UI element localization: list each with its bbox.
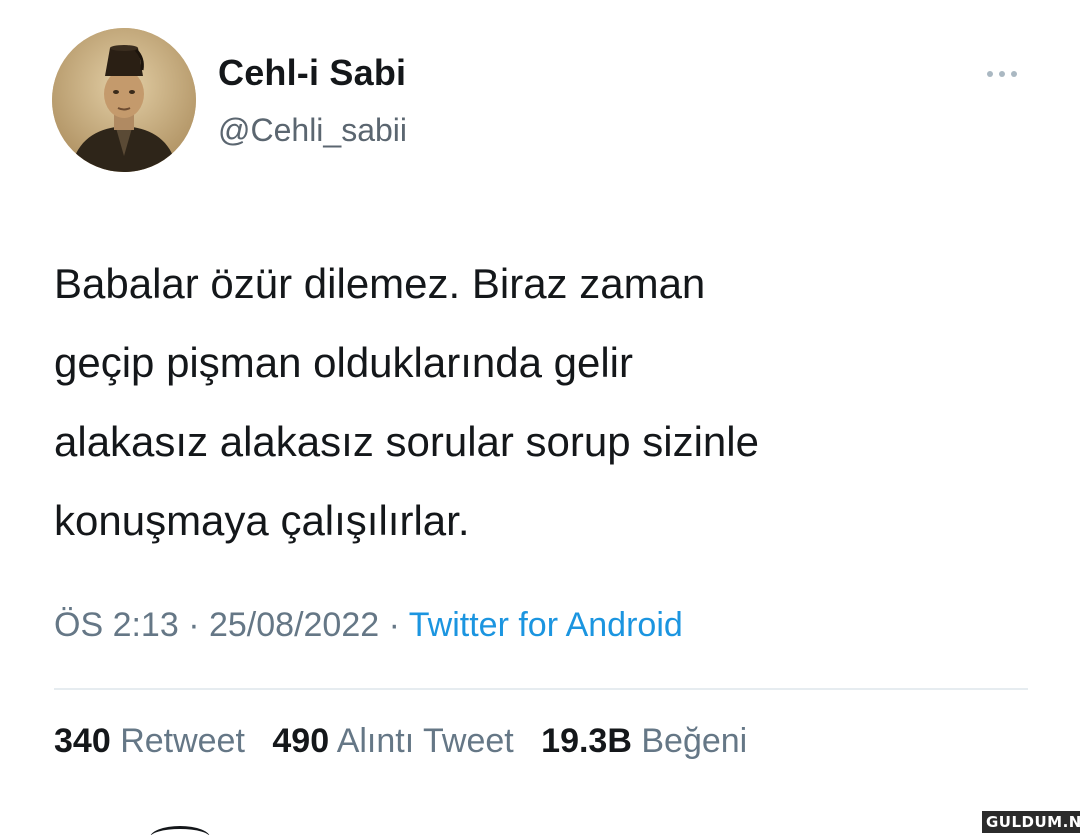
- quotes-stat[interactable]: 490 Alıntı Tweet: [272, 722, 523, 760]
- like-count: 19.3B: [541, 722, 632, 760]
- watermark-logo: GULDUM.NET: [982, 811, 1080, 833]
- quote-count: 490: [272, 722, 330, 760]
- avatar[interactable]: [52, 28, 196, 172]
- profile-photo-icon: [52, 28, 196, 172]
- tweet-card: Cehl-i Sabi @Cehli_sabii Babalar özür di…: [0, 0, 1080, 835]
- like-label: Beğeni: [641, 722, 748, 760]
- tweet-stats: 340 Retweet 490 Alıntı Tweet 19.3B Beğen…: [54, 722, 765, 761]
- more-options-icon[interactable]: [982, 62, 1022, 86]
- likes-stat[interactable]: 19.3B Beğeni: [541, 722, 747, 760]
- display-name[interactable]: Cehl-i Sabi: [218, 52, 406, 94]
- user-handle[interactable]: @Cehli_sabii: [218, 112, 407, 149]
- quote-label: Alıntı Tweet: [336, 722, 514, 760]
- divider: [54, 688, 1028, 690]
- tweet-date[interactable]: 25/08/2022: [209, 606, 379, 644]
- reply-icon-partial: [150, 826, 210, 835]
- tweet-meta: ÖS 2:13 · 25/08/2022 · Twitter for Andro…: [54, 606, 683, 645]
- retweets-stat[interactable]: 340 Retweet: [54, 722, 254, 760]
- meta-separator: ·: [188, 606, 200, 644]
- meta-separator: ·: [388, 606, 400, 644]
- retweet-count: 340: [54, 722, 111, 760]
- retweet-label: Retweet: [120, 722, 245, 760]
- tweet-text: Babalar özür dilemez. Biraz zaman geçip …: [54, 260, 759, 544]
- tweet-time[interactable]: ÖS 2:13: [54, 606, 179, 644]
- tweet-source-link[interactable]: Twitter for Android: [409, 606, 683, 644]
